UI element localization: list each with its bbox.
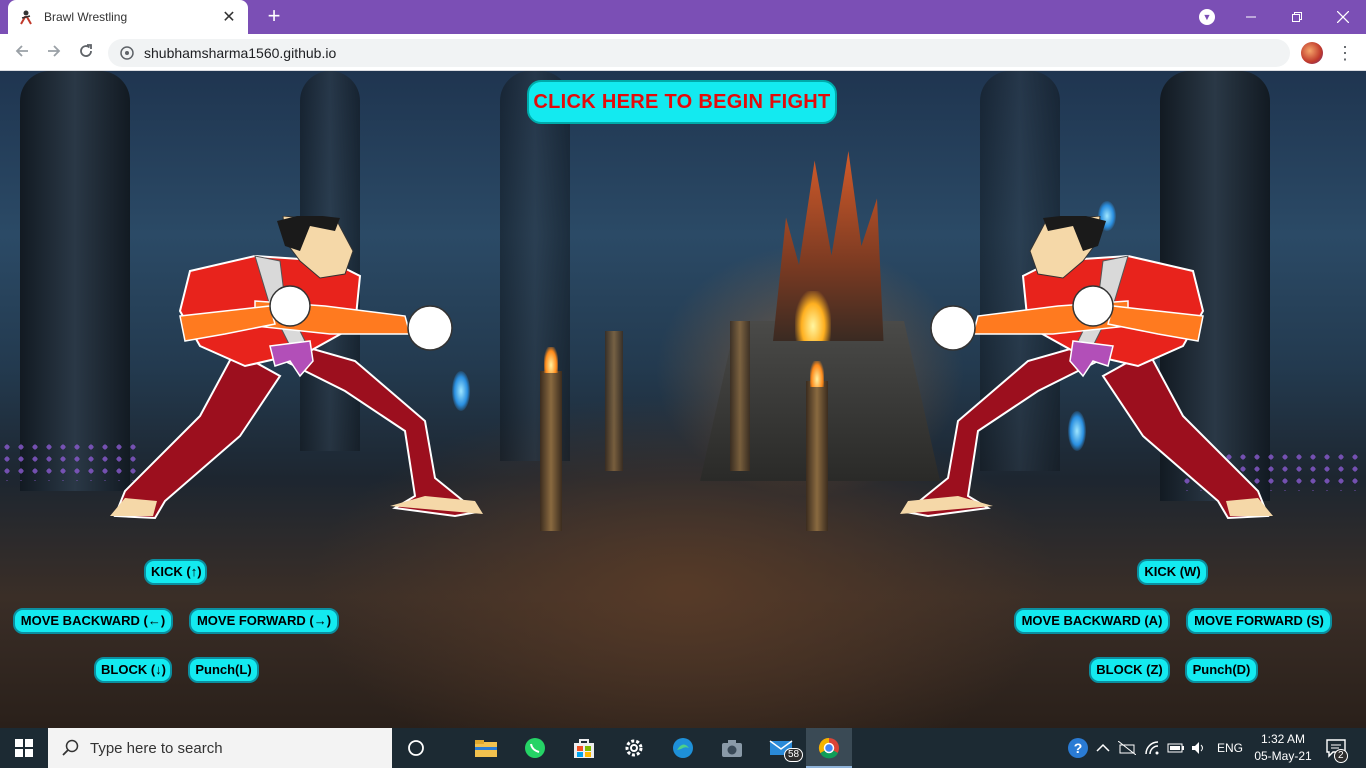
p1-block-button[interactable]: BLOCK (↓) xyxy=(94,657,172,683)
p2-move-backward-button[interactable]: MOVE BACKWARD (A) xyxy=(1014,608,1170,634)
begin-fight-button[interactable]: CLICK HERE TO BEGIN FIGHT xyxy=(527,80,837,124)
back-arrow-icon[interactable] xyxy=(9,40,35,66)
edge-icon[interactable] xyxy=(669,734,697,762)
language-indicator[interactable]: ENG xyxy=(1217,728,1243,768)
windows-taskbar: Type here to search 58 ? ENG 1:32 AM 05-… xyxy=(0,728,1366,768)
p1-kick-button[interactable]: KICK (↑) xyxy=(144,559,207,585)
minimize-icon[interactable] xyxy=(1228,0,1274,34)
wrestler-favicon-icon xyxy=(18,9,34,25)
file-explorer-icon[interactable] xyxy=(472,734,500,762)
start-button[interactable] xyxy=(0,728,48,768)
battery-icon[interactable] xyxy=(1167,728,1185,768)
p2-punch-button[interactable]: Punch(D) xyxy=(1185,657,1258,683)
fighter-figure xyxy=(110,214,483,520)
wifi-icon[interactable] xyxy=(1144,728,1160,768)
p1-punch-button[interactable]: Punch(L) xyxy=(188,657,259,683)
close-tab-icon[interactable]: ✕ xyxy=(220,7,238,27)
volume-icon[interactable] xyxy=(1191,728,1207,768)
url-text: shubhamsharma1560.github.io xyxy=(144,45,337,61)
settings-gear-icon[interactable] xyxy=(620,734,648,762)
forward-arrow-icon[interactable] xyxy=(41,40,67,66)
taskbar-search[interactable]: Type here to search xyxy=(48,728,392,768)
fighter-figure xyxy=(900,214,1273,520)
game-stage: CLICK HERE TO BEGIN FIGHT KICK (↑) MOVE … xyxy=(0,71,1366,728)
tab-search-icon[interactable]: ▼ xyxy=(1199,9,1215,25)
p1-move-backward-button[interactable]: MOVE BACKWARD (←) xyxy=(13,608,173,634)
more-menu-icon[interactable]: ⋮ xyxy=(1336,40,1354,66)
browser-tab[interactable]: Brawl Wrestling ✕ xyxy=(8,0,248,34)
stone-pillar xyxy=(605,331,623,471)
site-info-icon[interactable] xyxy=(120,46,134,60)
stone-pillar xyxy=(730,321,750,471)
svg-text:?: ? xyxy=(1074,740,1083,756)
p2-block-button[interactable]: BLOCK (Z) xyxy=(1089,657,1170,683)
search-placeholder: Type here to search xyxy=(90,739,223,757)
browser-toolbar: shubhamsharma1560.github.io ⋮ xyxy=(0,34,1366,71)
search-icon xyxy=(62,739,79,756)
new-tab-button[interactable]: + xyxy=(262,5,286,29)
player1-fighter xyxy=(105,214,485,526)
store-icon[interactable] xyxy=(570,734,598,762)
player2-fighter xyxy=(898,214,1278,526)
torch-flame xyxy=(810,361,824,387)
p1-move-forward-button[interactable]: MOVE FORWARD (→) xyxy=(189,608,339,634)
notification-count-badge: 2 xyxy=(1334,749,1348,763)
clock-time: 1:32 AM xyxy=(1260,732,1306,746)
camera-icon[interactable] xyxy=(718,734,746,762)
shrine-fire xyxy=(795,291,831,341)
p2-move-forward-button[interactable]: MOVE FORWARD (S) xyxy=(1186,608,1332,634)
address-bar[interactable]: shubhamsharma1560.github.io xyxy=(108,39,1290,67)
p2-kick-button[interactable]: KICK (W) xyxy=(1137,559,1208,585)
torch-pillar xyxy=(540,371,562,531)
profile-avatar[interactable] xyxy=(1301,42,1323,64)
mail-unread-badge: 58 xyxy=(784,748,804,762)
restore-icon[interactable] xyxy=(1274,0,1320,34)
chrome-icon[interactable] xyxy=(815,734,843,762)
network-disconnected-icon[interactable] xyxy=(1118,728,1136,768)
browser-tab-strip: Brawl Wrestling ✕ + ▼ xyxy=(0,0,1366,34)
clock-date: 05-May-21 xyxy=(1254,749,1312,763)
torch-pillar xyxy=(806,381,828,531)
help-icon[interactable]: ? xyxy=(1064,734,1092,762)
reload-icon[interactable] xyxy=(73,40,99,66)
close-window-icon[interactable] xyxy=(1320,0,1366,34)
task-view-icon[interactable] xyxy=(402,734,430,762)
tab-title: Brawl Wrestling xyxy=(44,10,128,24)
windows-logo-icon xyxy=(15,739,33,757)
torch-flame xyxy=(544,347,558,373)
show-hidden-icons-chevron-icon[interactable] xyxy=(1096,728,1110,768)
system-clock[interactable]: 1:32 AM 05-May-21 xyxy=(1248,731,1318,765)
whatsapp-icon[interactable] xyxy=(521,734,549,762)
